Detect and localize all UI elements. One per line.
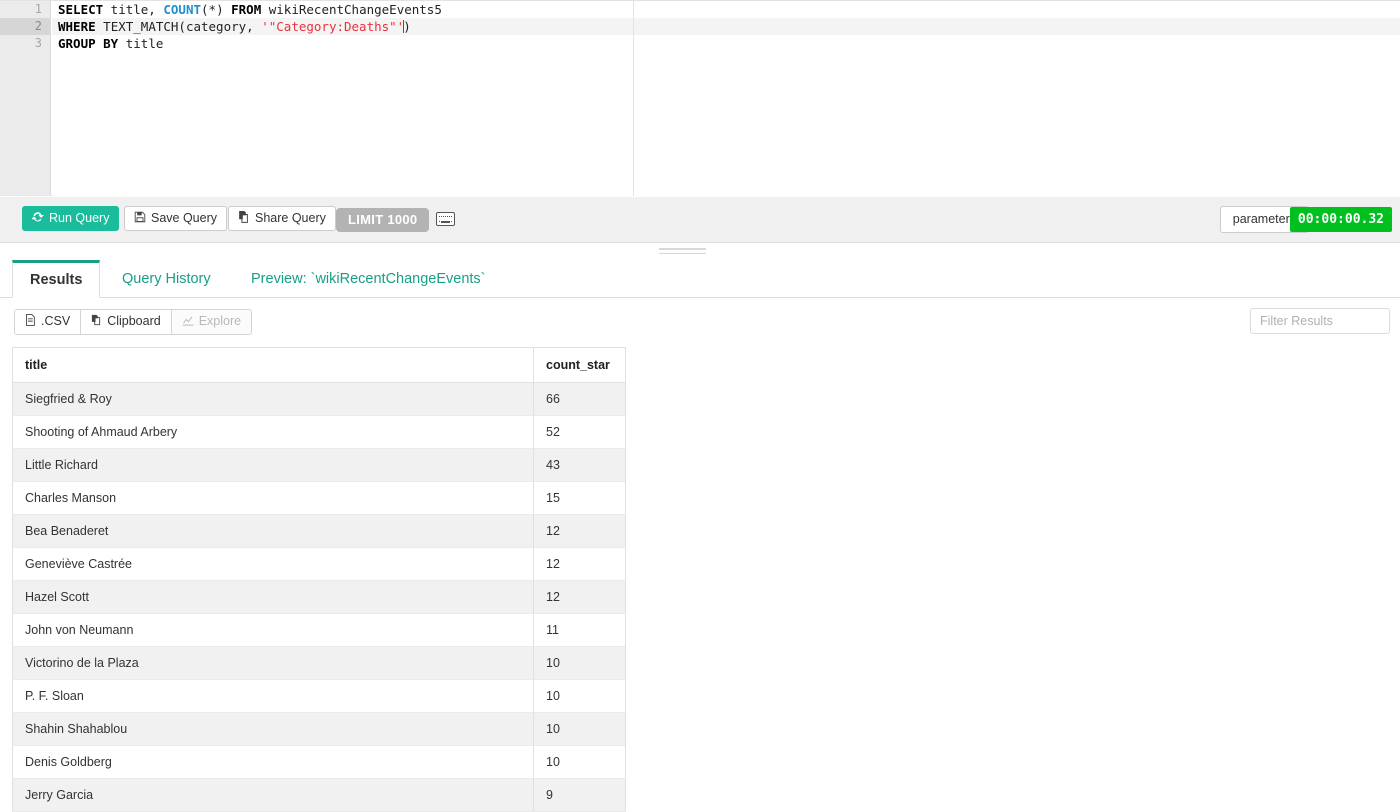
pane-splitter[interactable]	[0, 244, 1400, 260]
explore-button: Explore	[171, 310, 252, 334]
table-header-row: title count_star	[12, 347, 626, 383]
save-query-button[interactable]: Save Query	[124, 206, 228, 231]
code-token: FROM	[231, 2, 262, 17]
table-row[interactable]: John von Neumann 11	[12, 613, 626, 647]
table-cell: 52	[533, 415, 626, 449]
editor-vertical-ruler	[633, 1, 634, 196]
column-header[interactable]: title	[12, 347, 534, 383]
table-cell: 43	[533, 448, 626, 482]
table-row[interactable]: Shahin Shahablou 10	[12, 712, 626, 746]
results-table: title count_star Siegfried & Roy 66 Shootin…	[12, 347, 626, 812]
table-cell: Victorino de la Plaza	[12, 646, 534, 680]
editor-code-area[interactable]: SELECT title, COUNT(*) FROM wikiRecentCh…	[52, 1, 1400, 196]
table-cell: Shahin Shahablou	[12, 712, 534, 746]
table-cell: 12	[533, 547, 626, 581]
gutter-line-number: 2	[0, 18, 50, 35]
table-cell: John von Neumann	[12, 613, 534, 647]
run-query-label: Run Query	[49, 211, 110, 225]
floppy-disk-icon	[134, 208, 146, 231]
code-line[interactable]: WHERE TEXT_MATCH(category, '"Category:De…	[52, 18, 1400, 35]
code-line[interactable]: SELECT title, COUNT(*) FROM wikiRecentCh…	[52, 1, 1400, 18]
filter-results-input[interactable]	[1250, 308, 1390, 334]
editor-gutter: 1 23	[0, 1, 51, 196]
query-toolbar: Run Query Save Query Share Query LIMIT 1…	[0, 197, 1400, 243]
table-cell: Jerry Garcia	[12, 778, 534, 812]
table-cell: Hazel Scott	[12, 580, 534, 614]
table-cell: Charles Manson	[12, 481, 534, 515]
splitter-grip-icon[interactable]	[659, 248, 706, 255]
chart-line-icon	[182, 311, 194, 333]
gutter-line-number: 1	[34, 2, 42, 16]
table-row[interactable]: Bea Benaderet 12	[12, 514, 626, 548]
export-clipboard-button[interactable]: Clipboard	[81, 310, 172, 334]
results-table-body: Siegfried & Roy 66 Shooting of Ahmaud Arbe…	[12, 382, 626, 812]
clipboard-icon	[91, 311, 102, 333]
file-icon	[25, 311, 36, 333]
table-row[interactable]: Victorino de la Plaza 10	[12, 646, 626, 680]
export-csv-button[interactable]: .CSV	[15, 310, 82, 334]
tab-preview-wikirecentchangeevents[interactable]: Preview: `wikiRecentChangeEvents`	[234, 260, 503, 298]
table-row[interactable]: Little Richard 43	[12, 448, 626, 482]
table-cell: 9	[533, 778, 626, 812]
table-row[interactable]: Jerry Garcia 9	[12, 778, 626, 812]
table-cell: 11	[533, 613, 626, 647]
table-cell: 10	[533, 712, 626, 746]
code-token: (*)	[201, 2, 232, 17]
code-line[interactable]: GROUP BY title	[52, 35, 1400, 52]
table-row[interactable]: Shooting of Ahmaud Arbery 52	[12, 415, 626, 449]
table-cell: Little Richard	[12, 448, 534, 482]
code-token: WHERE	[58, 19, 96, 34]
table-cell: Shooting of Ahmaud Arbery	[12, 415, 534, 449]
copy-icon	[238, 208, 250, 231]
gutter-line-number: 3	[34, 36, 42, 50]
explore-label: Explore	[198, 314, 242, 328]
table-cell: 10	[533, 679, 626, 713]
code-token: '"Category:Deaths"'	[261, 19, 405, 34]
table-cell: 15	[533, 481, 626, 515]
table-cell: 66	[533, 382, 626, 416]
table-cell: 10	[533, 745, 626, 779]
table-row[interactable]: Denis Goldberg 10	[12, 745, 626, 779]
table-cell: Bea Benaderet	[12, 514, 534, 548]
results-table-head: title count_star	[12, 347, 626, 383]
table-cell: 10	[533, 646, 626, 680]
table-row[interactable]: P. F. Sloan 10	[12, 679, 626, 713]
limit-badge[interactable]: LIMIT 1000	[336, 208, 430, 232]
table-cell: Siegfried & Roy	[12, 382, 534, 416]
code-token: COUNT	[163, 2, 202, 17]
code-token: title,	[103, 2, 164, 17]
share-query-button[interactable]: Share Query	[228, 206, 336, 231]
run-query-button[interactable]: Run Query	[22, 206, 120, 231]
share-query-label: Share Query	[255, 211, 326, 225]
table-cell: 12	[533, 580, 626, 614]
tab-results[interactable]: Results	[12, 260, 101, 298]
results-table-container: title count_star Siegfried & Roy 66 Shootin…	[12, 347, 626, 812]
code-token: TEXT_MATCH(category,	[95, 19, 262, 34]
query-timer-badge: 00:00:00.32	[1289, 207, 1392, 232]
table-cell: 12	[533, 514, 626, 548]
table-row[interactable]: Siegfried & Roy 66	[12, 382, 626, 416]
tab-query-history[interactable]: Query History	[105, 260, 228, 298]
save-query-label: Save Query	[151, 211, 218, 225]
column-header[interactable]: count_star	[533, 347, 626, 383]
export-csv-label: .CSV	[41, 314, 71, 328]
table-row[interactable]: Charles Manson 15	[12, 481, 626, 515]
keyboard-icon[interactable]	[436, 212, 455, 226]
export-button-group: .CSV Clipboard Explore	[14, 309, 253, 335]
code-token: wikiRecentChangeEvents5	[261, 2, 442, 17]
code-token: )	[403, 19, 411, 34]
code-token: title	[118, 36, 164, 51]
refresh-icon	[31, 208, 44, 231]
code-token: SELECT	[58, 2, 104, 17]
results-tabbar: Results Query History Preview: `wikiRecent…	[0, 260, 1400, 298]
code-token: GROUP BY	[58, 36, 119, 51]
table-row[interactable]: Geneviève Castrée 12	[12, 547, 626, 581]
table-cell: P. F. Sloan	[12, 679, 534, 713]
table-cell: Denis Goldberg	[12, 745, 534, 779]
table-row[interactable]: Hazel Scott 12	[12, 580, 626, 614]
sql-editor[interactable]: 1 23 SELECT title, COUNT(*) FROM wikiRece…	[0, 0, 1400, 196]
results-export-bar: .CSV Clipboard Explore	[0, 298, 1400, 346]
table-cell: Geneviève Castrée	[12, 547, 534, 581]
export-clipboard-label: Clipboard	[107, 314, 161, 328]
